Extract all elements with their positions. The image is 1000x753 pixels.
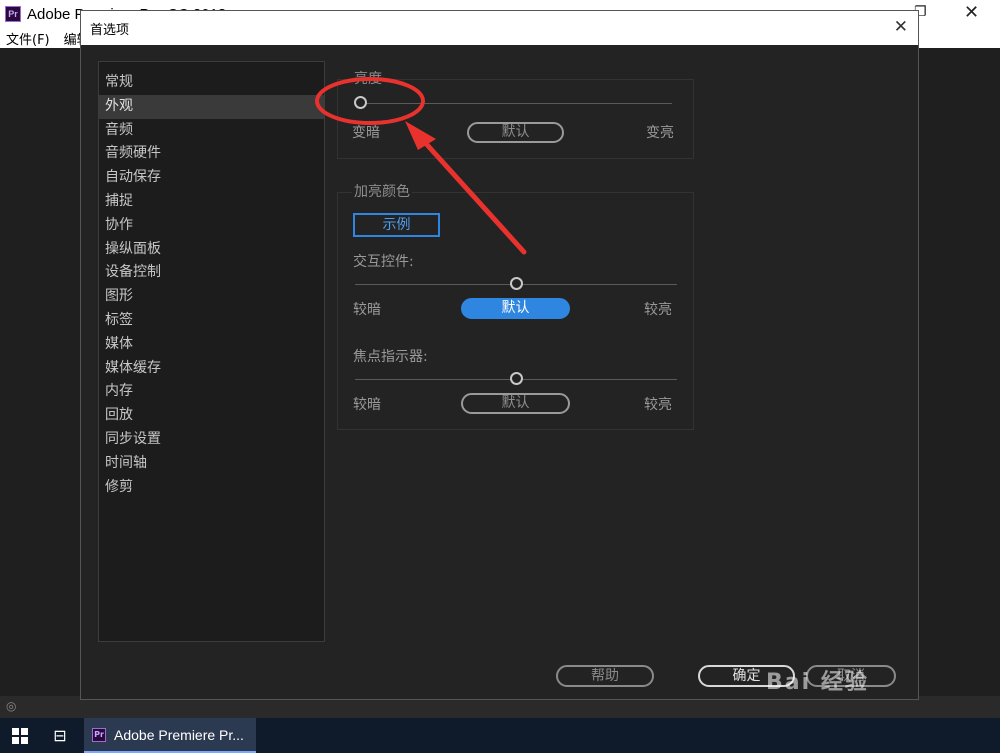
- focus-indicators-lighter-label: 较亮: [644, 397, 672, 413]
- taskbar-item-premiere[interactable]: Pr Adobe Premiere Pr...: [84, 718, 256, 753]
- sidebar-item[interactable]: 时间轴: [99, 452, 324, 476]
- highlight-color-group: 加亮颜色 示例 交互控件: 较暗 默认 较亮 焦点指示器: 较暗 默认 较亮: [337, 181, 694, 430]
- interactive-controls-label: 交互控件:: [353, 254, 414, 270]
- brightness-slider-track[interactable]: [360, 103, 672, 104]
- interactive-controls-default-button[interactable]: 默认: [461, 298, 570, 319]
- start-button[interactable]: [0, 718, 40, 753]
- brightness-darker-label: 变暗: [352, 125, 380, 141]
- premiere-logo-icon: Pr: [5, 6, 21, 22]
- brightness-slider-thumb[interactable]: [353, 96, 367, 109]
- focus-indicators-label: 焦点指示器:: [353, 349, 428, 365]
- status-render-icon: ◎: [6, 699, 17, 713]
- sidebar-item[interactable]: 捕捉: [99, 190, 324, 214]
- sidebar-item[interactable]: 音频硬件: [99, 142, 324, 166]
- taskbar-item-label: Adobe Premiere Pr...: [114, 726, 244, 743]
- brightness-default-button[interactable]: 默认: [467, 122, 564, 143]
- sidebar-item[interactable]: 设备控制: [99, 261, 324, 285]
- preferences-dialog: 首选项 ✕ 常规 外观 音频 音频硬件 自动保存 捕捉 协作 操纵面板 设备控制 图形 标签 媒体 媒体…: [80, 10, 919, 700]
- premiere-logo-icon: Pr: [92, 727, 106, 742]
- help-button[interactable]: 帮助: [556, 665, 654, 687]
- sidebar-item[interactable]: 常规: [99, 71, 324, 95]
- interactive-controls-slider-thumb[interactable]: [509, 277, 523, 290]
- sidebar-item[interactable]: 协作: [99, 214, 324, 238]
- brightness-group: 亮度 变暗 默认 变亮: [337, 68, 694, 159]
- preferences-sidebar: 常规 外观 音频 音频硬件 自动保存 捕捉 协作 操纵面板 设备控制 图形 标签 媒体 媒体缓存 内存 回放…: [98, 61, 325, 642]
- highlight-sample-swatch[interactable]: 示例: [353, 213, 440, 237]
- brightness-label: 亮度: [352, 68, 384, 88]
- sidebar-item[interactable]: 修剪: [99, 476, 324, 500]
- sidebar-item[interactable]: 媒体缓存: [99, 357, 324, 381]
- close-icon[interactable]: ✕: [964, 2, 979, 23]
- sidebar-item[interactable]: 自动保存: [99, 166, 324, 190]
- sidebar-item[interactable]: 媒体: [99, 333, 324, 357]
- interactive-controls-lighter-label: 较亮: [644, 302, 672, 318]
- sidebar-item[interactable]: 音频: [99, 119, 324, 143]
- menu-file[interactable]: 文件(F): [6, 29, 50, 48]
- focus-indicators-default-button[interactable]: 默认: [461, 393, 570, 414]
- brightness-lighter-label: 变亮: [646, 125, 674, 141]
- focus-indicators-darker-label: 较暗: [353, 397, 381, 413]
- sidebar-item[interactable]: 图形: [99, 285, 324, 309]
- watermark-logo: Bai 经验: [766, 670, 869, 695]
- focus-indicators-slider-thumb[interactable]: [509, 372, 523, 385]
- dialog-title: 首选项: [90, 22, 130, 38]
- interactive-controls-darker-label: 较暗: [353, 302, 381, 318]
- sidebar-item[interactable]: 同步设置: [99, 428, 324, 452]
- dialog-titlebar: 首选项 ✕: [81, 11, 918, 45]
- dialog-close-icon[interactable]: ✕: [894, 17, 908, 37]
- sidebar-item[interactable]: 外观: [99, 94, 324, 119]
- taskbar: ⊟ Pr Adobe Premiere Pr...: [0, 718, 1000, 753]
- sidebar-item[interactable]: 标签: [99, 309, 324, 333]
- sidebar-item[interactable]: 操纵面板: [99, 238, 324, 262]
- task-view-icon[interactable]: ⊟: [40, 718, 80, 753]
- sidebar-item[interactable]: 回放: [99, 404, 324, 428]
- sidebar-item[interactable]: 内存: [99, 380, 324, 404]
- windows-logo-icon: [12, 727, 28, 744]
- highlight-color-label: 加亮颜色: [352, 181, 412, 201]
